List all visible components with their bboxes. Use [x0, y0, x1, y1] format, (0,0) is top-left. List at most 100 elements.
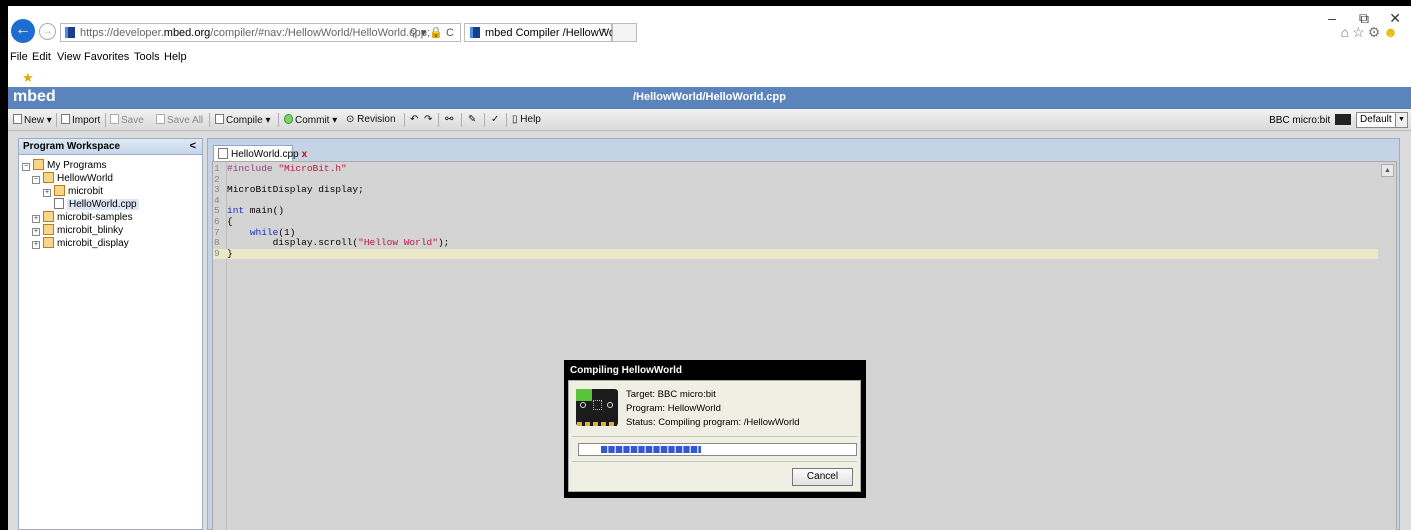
- expand-toggle-icon[interactable]: +: [32, 228, 40, 236]
- menu-view[interactable]: View: [57, 51, 81, 63]
- tree-item-microbit-display[interactable]: + microbit_display: [32, 237, 129, 250]
- toolbar-divider: [438, 113, 439, 127]
- tree-item-helloworld-cpp[interactable]: HelloWorld.cpp: [54, 198, 139, 211]
- expand-toggle-icon[interactable]: +: [32, 241, 40, 249]
- smiley-icon[interactable]: ☻: [1383, 24, 1401, 40]
- toolbar-divider: [56, 113, 57, 127]
- tree-item-microbit-samples[interactable]: + microbit-samples: [32, 211, 133, 224]
- new-file-icon: [13, 114, 22, 124]
- workspace-header: Program Workspace <: [19, 139, 202, 155]
- toolbar-divider: [209, 113, 210, 127]
- forward-button[interactable]: →: [39, 23, 56, 40]
- minimize-button[interactable]: –: [1328, 10, 1336, 26]
- toolbar-divider: [484, 113, 485, 127]
- import-icon: [61, 114, 70, 124]
- menu-favorites[interactable]: Favorites: [84, 51, 129, 63]
- compiling-dialog: Compiling HellowWorld Target: BBC micro:…: [564, 360, 866, 498]
- code-line[interactable]: 1 #include "MicroBit.h": [213, 163, 347, 175]
- mbed-favicon-icon: [65, 27, 75, 38]
- save-all-button[interactable]: Save All: [156, 114, 203, 126]
- tab-close-button[interactable]: ×: [601, 26, 607, 38]
- menu-help[interactable]: Help: [164, 51, 187, 63]
- target-label[interactable]: BBC micro:bit: [1269, 114, 1351, 126]
- find-binoculars-icon[interactable]: ⚯: [445, 114, 453, 125]
- browser-tool-icons: ⌂☆⚙☻: [1341, 24, 1401, 41]
- dialog-body: Target: BBC micro:bit Program: HellowWor…: [568, 380, 861, 492]
- menu-bar: File Edit View Favorites Tools Help: [8, 48, 1411, 66]
- dialog-title: Compiling HellowWorld: [570, 365, 683, 376]
- program-icon: [43, 172, 54, 183]
- tree-item-hellowworld[interactable]: − HellowWorld: [32, 172, 113, 185]
- browser-titlebar: ← → https://developer.mbed.org/compiler/…: [8, 6, 1411, 48]
- code-line[interactable]: 3 MicroBitDisplay display;: [213, 184, 364, 196]
- commit-button[interactable]: Commit ▾: [284, 114, 337, 126]
- editor-tab[interactable]: HelloWorld.cpp x: [213, 145, 307, 161]
- code-line-current[interactable]: 9}: [213, 248, 1378, 260]
- expand-toggle-icon[interactable]: +: [43, 189, 51, 197]
- cancel-button[interactable]: Cancel: [792, 468, 853, 486]
- address-tools[interactable]: ⚲ ▾ 🔒 C: [410, 26, 454, 39]
- save-all-icon: [156, 114, 165, 124]
- dialog-target: Target: BBC micro:bit: [626, 389, 716, 400]
- close-tab-button[interactable]: x: [302, 149, 308, 160]
- redo-button[interactable]: ↷: [424, 114, 432, 125]
- collapse-panel-button[interactable]: <: [190, 140, 196, 152]
- code-line[interactable]: 8 display.scroll("Hellow World");: [213, 237, 449, 249]
- code-line[interactable]: 5 int main(): [213, 206, 284, 217]
- program-icon: [43, 211, 54, 222]
- microbit-board-icon: [576, 389, 618, 426]
- app-header: mbed /HellowWorld/HelloWorld.cpp: [8, 87, 1411, 109]
- tree-item-microbit[interactable]: + microbit: [43, 185, 103, 198]
- program-icon: [43, 237, 54, 248]
- library-icon: [54, 185, 65, 196]
- favorites-star-icon[interactable]: ★: [22, 70, 34, 86]
- expand-toggle-icon[interactable]: +: [32, 215, 40, 223]
- dialog-divider: [572, 461, 857, 462]
- browser-tab[interactable]: mbed Compiler /HellowWo... ×: [464, 23, 624, 42]
- dialog-program: Program: HellowWorld: [626, 403, 721, 414]
- address-bar[interactable]: https://developer.mbed.org/compiler/#nav…: [60, 23, 461, 42]
- menu-edit[interactable]: Edit: [32, 51, 51, 63]
- program-workspace-panel: Program Workspace < − My Programs − Hellow…: [18, 138, 203, 530]
- collapse-toggle-icon[interactable]: −: [32, 176, 40, 184]
- microbit-board-icon: [1335, 114, 1351, 125]
- dialog-status: Status: Compiling program: /HellowWorld: [626, 417, 800, 428]
- scroll-up-button[interactable]: ▲: [1381, 164, 1394, 177]
- menu-tools[interactable]: Tools: [134, 51, 160, 63]
- settings-icon[interactable]: ✓: [491, 114, 499, 125]
- tree-item-microbit-blinky[interactable]: + microbit_blinky: [32, 224, 123, 237]
- cpp-file-icon: [218, 148, 228, 159]
- toolbar-divider: [278, 113, 279, 127]
- revision-icon: ⊙: [346, 114, 358, 125]
- ide-toolbar: New ▾ Import Save Save All Compile ▾ Com…: [8, 109, 1411, 131]
- toolbar-divider: [105, 113, 106, 127]
- dialog-divider: [572, 436, 857, 437]
- gear-icon[interactable]: ⚙: [1368, 24, 1384, 40]
- cpp-file-icon: [54, 198, 64, 209]
- revision-button[interactable]: ⊙ Revision: [346, 114, 396, 125]
- back-button[interactable]: ←: [11, 19, 35, 43]
- undo-button[interactable]: ↶: [410, 114, 418, 125]
- target-select[interactable]: Default ▼: [1356, 112, 1408, 128]
- progress-fill: [601, 446, 702, 453]
- toolbar-divider: [404, 113, 405, 127]
- compile-button[interactable]: Compile ▾: [215, 114, 271, 126]
- help-button[interactable]: ▯ Help: [512, 114, 541, 125]
- toolbar-divider: [506, 113, 507, 127]
- compile-icon: [215, 114, 224, 124]
- commit-icon: [284, 114, 293, 124]
- format-code-icon[interactable]: ✎: [468, 114, 476, 125]
- star-icon[interactable]: ☆: [1352, 24, 1368, 40]
- home-icon[interactable]: ⌂: [1341, 24, 1352, 40]
- tree-item-my-programs[interactable]: − My Programs: [22, 159, 106, 172]
- save-button[interactable]: Save: [110, 114, 144, 126]
- save-icon: [110, 114, 119, 124]
- file-path-title: /HellowWorld/HelloWorld.cpp: [633, 91, 786, 103]
- program-icon: [43, 224, 54, 235]
- collapse-toggle-icon[interactable]: −: [22, 163, 30, 171]
- new-button[interactable]: New ▾: [13, 114, 52, 126]
- url-text[interactable]: https://developer.mbed.org/compiler/#nav…: [80, 27, 430, 39]
- new-tab-button[interactable]: [612, 23, 637, 42]
- import-button[interactable]: Import: [61, 114, 100, 126]
- menu-file[interactable]: File: [10, 51, 28, 63]
